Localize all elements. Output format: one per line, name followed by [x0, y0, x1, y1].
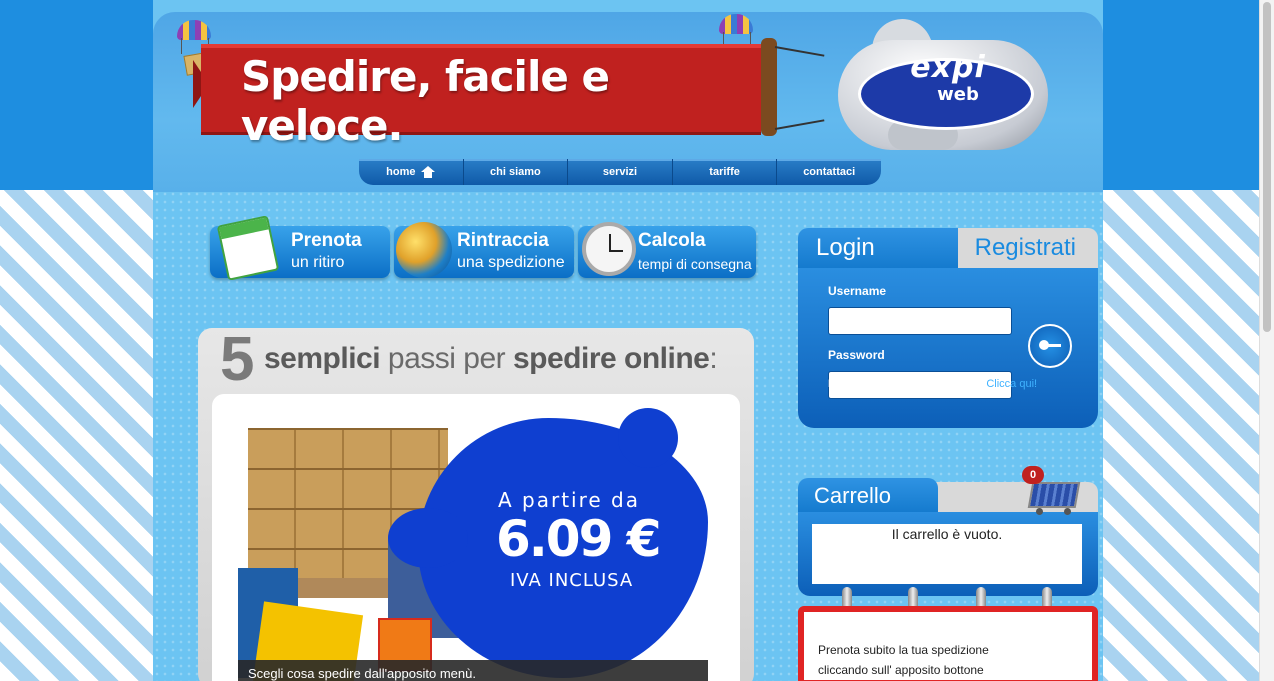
- password-label: Password: [828, 348, 885, 362]
- clock-icon: [582, 222, 636, 276]
- cart-wheel: [1036, 508, 1043, 515]
- promo-vat: IVA INCLUSA: [510, 570, 634, 591]
- tab-registrati[interactable]: Registrati: [948, 228, 1098, 272]
- banner-pole: [761, 38, 777, 136]
- globe-icon: [396, 222, 452, 278]
- steps-slideshow[interactable]: A partire da 6.09 € IVA INCLUSA Scegli c…: [212, 394, 740, 681]
- cart-basket: [1027, 482, 1081, 508]
- action-title: Rintraccia: [457, 230, 549, 251]
- page-scrollbar[interactable]: [1259, 0, 1274, 681]
- action-subtitle: una spedizione: [457, 254, 565, 271]
- forgot-password-text: Hai dimenticato la password?: [828, 378, 984, 390]
- tab-login[interactable]: Login: [798, 228, 958, 272]
- action-subtitle: tempi di consegna: [638, 256, 752, 272]
- login-form: Username Password: [798, 268, 1098, 428]
- nav-item-servizi[interactable]: servizi: [568, 159, 673, 185]
- slogan-text: Spedire, facile e veloce.: [241, 52, 610, 150]
- nav-item-label: tariffe: [709, 166, 740, 178]
- steps-title-bold: spedire online: [512, 342, 710, 375]
- prenota-ritiro-button[interactable]: Prenota un ritiro: [210, 215, 390, 281]
- nav-item-label: contattaci: [803, 166, 856, 178]
- nav-item-contattaci[interactable]: contattaci: [777, 159, 881, 185]
- login-tabs: Registrati Login: [798, 228, 1098, 272]
- steps-title-bold: semplici: [264, 342, 381, 375]
- shopping-cart-icon[interactable]: 0: [1022, 466, 1082, 516]
- steps-panel: 5 semplici passi per spedire online: A p…: [198, 325, 754, 681]
- page-container: Spedire, facile e veloce. expi web home …: [153, 0, 1103, 681]
- cart-wheel: [1064, 508, 1071, 515]
- action-subtitle: un ritiro: [291, 254, 345, 271]
- action-title: Prenota: [291, 230, 362, 251]
- scrollbar-thumb[interactable]: [1263, 2, 1271, 332]
- username-label: Username: [828, 284, 887, 298]
- promo-price: 6.09 €: [496, 510, 662, 568]
- steps-title: semplici passi per spedire online:: [264, 342, 718, 376]
- promo-prefix: A partire da: [498, 488, 641, 512]
- forgot-password-link[interactable]: Clicca qui!: [986, 378, 1037, 390]
- logo-sub-text: web: [937, 84, 979, 105]
- nav-item-label: chi siamo: [490, 166, 541, 178]
- steps-title-end: :: [709, 342, 718, 375]
- site-logo[interactable]: expi web: [828, 9, 1058, 155]
- note-text: Prenota subito la tua spedizione cliccan…: [818, 640, 989, 680]
- nav-item-tariffe[interactable]: tariffe: [673, 159, 778, 185]
- login-panel: Registrati Login Username Password Hai d…: [798, 228, 1098, 428]
- nav-item-home[interactable]: home: [359, 159, 464, 185]
- cart-body: Il carrello è vuoto.: [798, 512, 1098, 596]
- cart-title: Carrello: [798, 478, 938, 516]
- login-submit-button[interactable]: [1028, 324, 1072, 368]
- cart-count-badge: 0: [1022, 466, 1044, 484]
- steps-title-light: passi per: [387, 342, 506, 375]
- nav-item-label: servizi: [602, 166, 638, 178]
- forgot-password: Hai dimenticato la password? Clicca qui!: [828, 378, 1037, 390]
- note-line: Prenota subito la tua spedizione: [818, 643, 989, 657]
- home-icon: [421, 166, 436, 178]
- rintraccia-spedizione-button[interactable]: Rintraccia una spedizione: [394, 222, 574, 278]
- username-input[interactable]: [828, 307, 1012, 335]
- note-line: cliccando sull' apposito bottone: [818, 663, 984, 677]
- promo-image: A partire da 6.09 € IVA INCLUSA: [238, 398, 708, 681]
- main-nav: home chi siamo servizi tariffe contattac…: [359, 159, 881, 185]
- action-title: Calcola: [638, 230, 706, 251]
- slide-caption: Scegli cosa spedire dall'apposito menù.: [238, 660, 708, 681]
- nav-item-chi-siamo[interactable]: chi siamo: [464, 159, 569, 185]
- cart-empty-message: Il carrello è vuoto.: [812, 524, 1082, 584]
- logo-main-text: expi: [910, 50, 986, 85]
- steps-number: 5: [220, 325, 255, 394]
- cart-panel: Carrello Il carrello è vuoto. 0: [798, 466, 1098, 596]
- calendar-icon: [216, 215, 280, 281]
- booking-note: Prenota subito la tua spedizione cliccan…: [798, 606, 1098, 681]
- calcola-tempi-button[interactable]: Calcola tempi di consegna: [578, 222, 756, 278]
- nav-item-label: home: [386, 166, 416, 178]
